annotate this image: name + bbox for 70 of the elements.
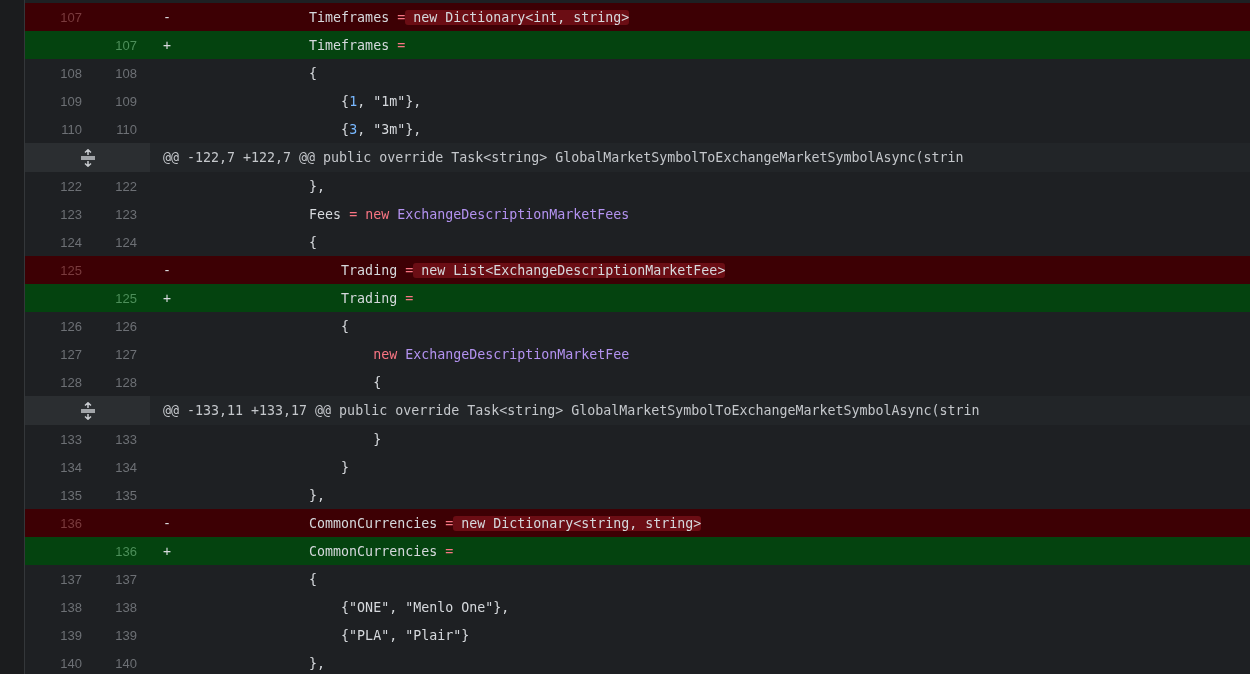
code-line: { [308,234,318,250]
code-line: CommonCurrencies = new Dictionary<string, string> [308,515,702,531]
code-line: } [340,459,350,475]
line-number: 108 [115,65,137,81]
line-number: 124 [60,234,82,250]
code-line: }, [308,487,326,503]
line-number: 135 [115,487,137,503]
line-number: 109 [60,93,82,109]
line-number: 123 [60,206,82,222]
code-line: } [372,431,382,447]
line-number: 128 [60,374,82,390]
code-line: Timeframes = [308,37,406,53]
line-number: 140 [60,655,82,671]
line-number: 133 [115,431,137,447]
line-number: 123 [115,206,137,222]
line-number: 128 [115,374,137,390]
line-number: 127 [115,346,137,362]
line-number: 125 [60,262,82,278]
line-number: 122 [60,178,82,194]
line-number: 138 [115,599,137,615]
diff-sign: + [163,543,171,559]
line-number: 140 [115,655,137,671]
diff-sign: - [163,9,171,25]
line-number: 134 [115,459,137,475]
line-number: 139 [60,627,82,643]
line-number: 136 [60,515,82,531]
line-number: 125 [115,290,137,306]
line-number: 126 [115,318,137,334]
line-number: 138 [60,599,82,615]
hunk-header: @@ -133,11 +133,17 @@ public override Task<string> GlobalMarketSymbolToExchangeMarketSymbolAsync(strin [162,403,980,418]
code-line: {"ONE", "Menlo One"}, [340,599,510,615]
diff-sign: + [163,290,171,306]
code-line: Trading = new List<ExchangeDescriptionMarketFee> [340,262,726,278]
diff-sign: + [163,37,171,53]
diff-sign: - [163,262,171,278]
line-number: 127 [60,346,82,362]
line-number: 135 [60,487,82,503]
code-line: CommonCurrencies = [308,543,454,559]
code-line: { [372,374,382,390]
line-number: 126 [60,318,82,334]
line-number: 133 [60,431,82,447]
line-number: 108 [60,65,82,81]
code-line: {"PLA", "Plair"} [340,627,470,643]
code-line: }, [308,655,326,671]
line-number: 109 [115,93,137,109]
code-line: {3, "3m"}, [340,121,422,137]
line-number: 110 [116,121,137,137]
expand-icon[interactable] [79,148,96,167]
code-line: { [308,571,318,587]
line-number: 139 [115,627,137,643]
expand-icon[interactable] [79,401,96,420]
line-number: 136 [115,543,137,559]
line-number: 137 [60,571,82,587]
code-line: { [308,65,318,81]
code-line: Fees = new ExchangeDescriptionMarketFees [308,206,630,222]
code-line: Trading = [340,290,414,306]
hunk-header: @@ -122,7 +122,7 @@ public override Task<string> GlobalMarketSymbolToExchangeMarketSymbolAsync(strin [162,150,964,165]
line-number: 134 [60,459,82,475]
line-number: 122 [115,178,137,194]
code-line: }, [308,178,326,194]
line-number: 137 [115,571,137,587]
code-line: new ExchangeDescriptionMarketFee [372,346,630,362]
code-line: { [340,318,350,334]
line-number: 110 [61,121,82,137]
line-number: 107 [115,37,137,53]
line-number: 107 [60,9,82,25]
code-line: Timeframes = new Dictionary<int, string> [308,9,630,25]
diff-sign: - [163,515,171,531]
code-line: {1, "1m"}, [340,93,422,109]
line-number: 124 [115,234,137,250]
